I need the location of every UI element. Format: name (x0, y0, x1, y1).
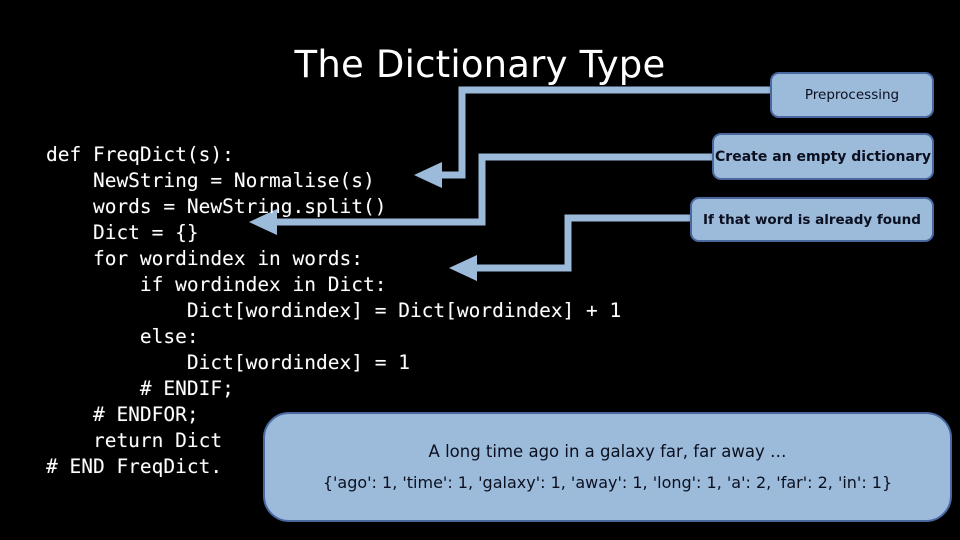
code-line: words = NewString.split() (46, 194, 387, 218)
code-line: else: (46, 324, 199, 348)
example-sentence: A long time ago in a galaxy far, far awa… (428, 442, 787, 461)
code-line: NewString = Normalise(s) (46, 168, 375, 192)
code-line: Dict = {} (46, 220, 199, 244)
example-dictionary-result: {'ago': 1, 'time': 1, 'galaxy': 1, 'away… (322, 473, 893, 492)
code-line: Dict[wordindex] = Dict[wordindex] + 1 (46, 298, 622, 322)
slide-canvas: The Dictionary Type def FreqDict(s): New… (0, 0, 960, 540)
example-output-box: A long time ago in a galaxy far, far awa… (263, 412, 952, 522)
callout-create-empty-dictionary: Create an empty dictionary (712, 133, 934, 180)
code-line: for wordindex in words: (46, 246, 363, 270)
code-line: def FreqDict(s): (46, 142, 234, 166)
code-line: Dict[wordindex] = 1 (46, 350, 410, 374)
callout-if-word-already-found: If that word is already found (690, 197, 934, 242)
code-line: if wordindex in Dict: (46, 272, 387, 296)
callout-preprocessing: Preprocessing (770, 72, 934, 118)
code-line: # ENDIF; (46, 376, 234, 400)
